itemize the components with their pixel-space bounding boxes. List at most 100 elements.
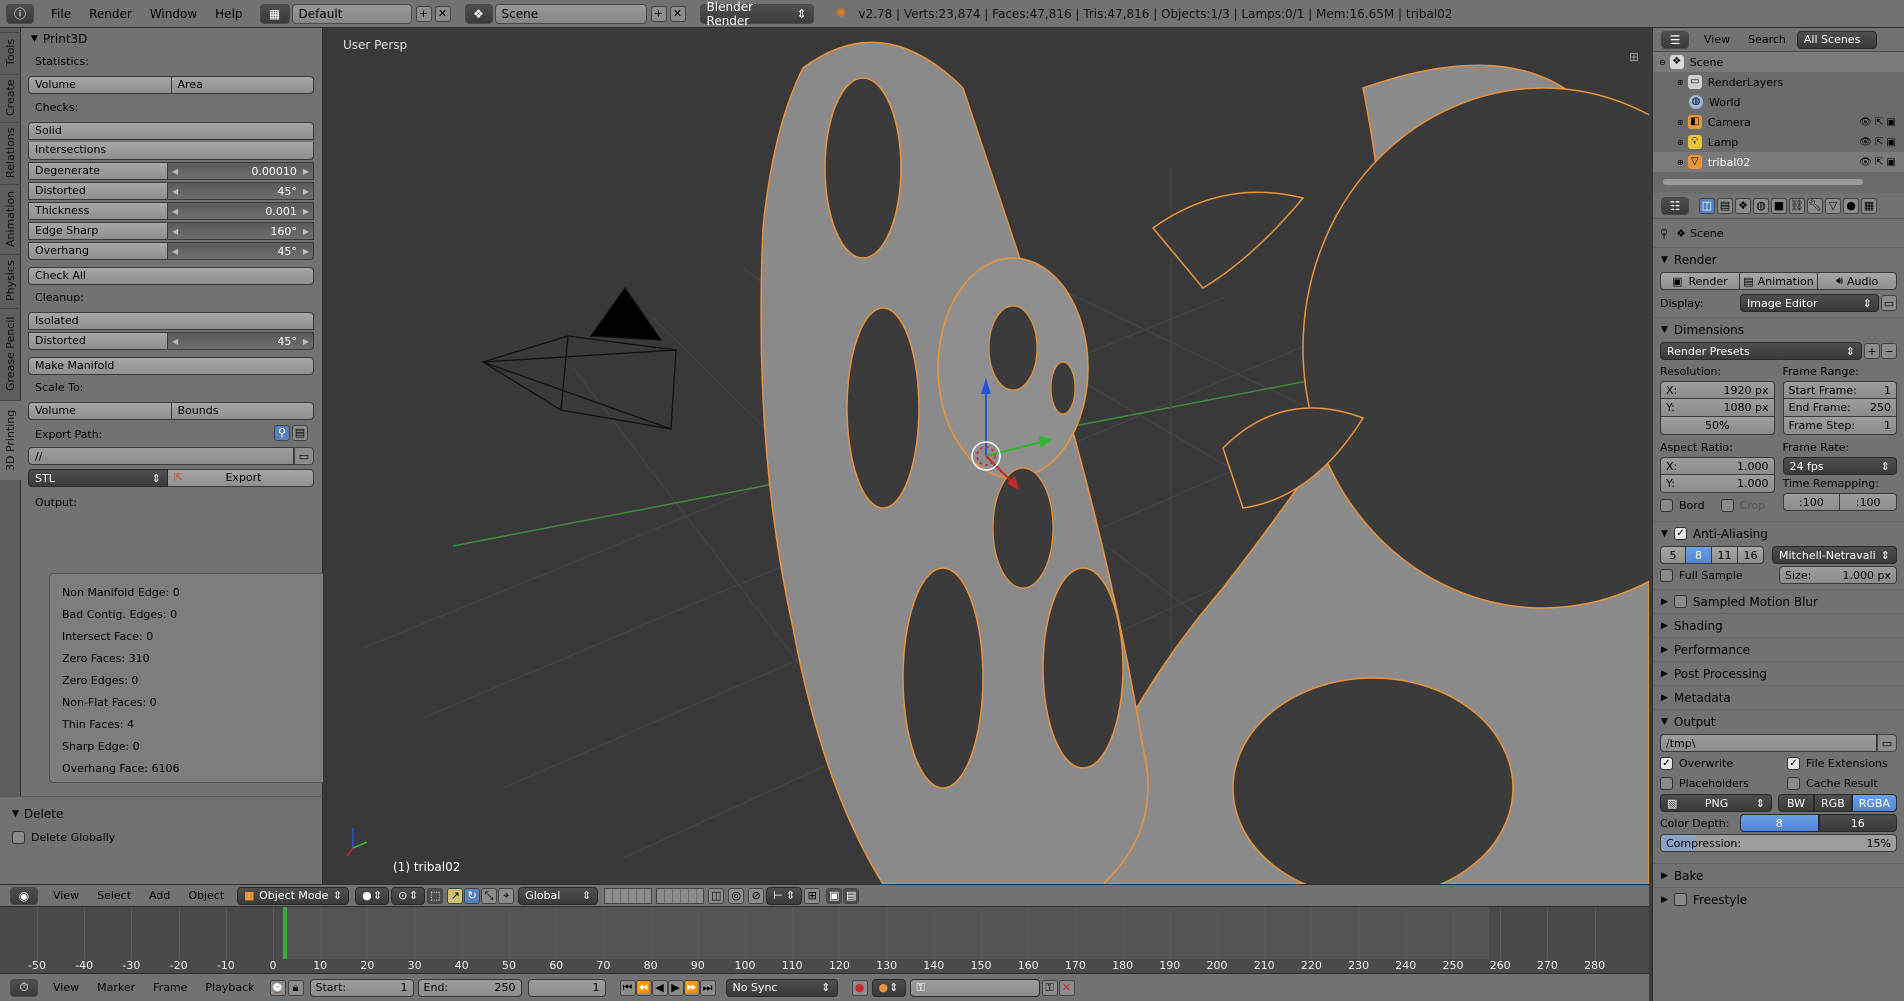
outliner-item-scene[interactable]: ⊖ ❖ Scene: [1653, 52, 1904, 72]
file-format-select[interactable]: ▧ PNG ⇕: [1660, 794, 1772, 812]
animation-button[interactable]: ▤ Animation: [1739, 272, 1819, 290]
thickness-button[interactable]: Thickness: [28, 202, 168, 220]
record-icon[interactable]: ●: [851, 979, 868, 996]
degenerate-button[interactable]: Degenerate: [28, 162, 168, 180]
bake-section[interactable]: ▶ Bake: [1653, 863, 1904, 887]
dimensions-section-header[interactable]: ▼ Dimensions: [1653, 317, 1904, 341]
prev-key-icon[interactable]: ⏪: [635, 979, 652, 996]
tab-tools[interactable]: Tools: [0, 32, 21, 72]
screen-icon[interactable]: ▤: [292, 425, 308, 441]
freestyle-section[interactable]: ▶ Freestyle: [1653, 887, 1904, 911]
outliner-item-lamp[interactable]: ⊕ 💡︎ Lamp 👁︎ ⇱ ▣: [1653, 132, 1904, 152]
degenerate-field[interactable]: ◀ 0.00010 ▶: [168, 162, 314, 180]
rgb-button[interactable]: RGB: [1814, 794, 1852, 812]
anti-aliasing-checkbox[interactable]: ✓: [1673, 527, 1687, 540]
format-select[interactable]: STL ⇕: [28, 469, 168, 487]
shading-section[interactable]: ▶ Shading: [1653, 613, 1904, 637]
current-frame-field[interactable]: 1: [527, 978, 606, 997]
render-presets-select[interactable]: Render Presets ⇕: [1660, 342, 1862, 360]
distorted-cleanup-field[interactable]: ◀ 45° ▶: [168, 332, 314, 350]
cache-result-checkbox[interactable]: [1787, 776, 1800, 790]
folder-icon[interactable]: ▭: [1877, 734, 1897, 752]
performance-section[interactable]: ▶ Performance: [1653, 637, 1904, 661]
constraints-tab-icon[interactable]: ⛓︎: [1789, 197, 1805, 214]
remove-scene-icon[interactable]: ✕: [669, 5, 686, 22]
tab-grease-pencil[interactable]: Grease Pencil: [0, 308, 21, 398]
visibility-icons[interactable]: 👁︎ ⇱ ▣: [1859, 137, 1896, 148]
folder-icon[interactable]: ▭: [294, 447, 314, 465]
rotate-icon[interactable]: ↻: [464, 887, 481, 904]
overwrite-checkbox[interactable]: ✓: [1660, 756, 1673, 770]
transform-icon[interactable]: ⌖: [498, 887, 515, 904]
scene-tab-icon[interactable]: ❖: [1735, 197, 1751, 214]
make-manifold-button[interactable]: Make Manifold: [28, 357, 314, 375]
scale-bounds-button[interactable]: Bounds: [171, 402, 314, 420]
lock-icon[interactable]: 🔒︎: [287, 979, 304, 996]
layout-select[interactable]: Default: [291, 3, 412, 24]
menu-marker[interactable]: Marker: [88, 974, 144, 1001]
menu-add[interactable]: Add: [140, 885, 179, 907]
render-icon[interactable]: ▣: [826, 887, 843, 904]
menu-search[interactable]: Search: [1739, 28, 1795, 52]
aspect-y-field[interactable]: Y: 1.000: [1660, 475, 1775, 493]
data-tab-icon[interactable]: ▽: [1825, 197, 1841, 214]
thickness-field[interactable]: ◀ 0.001 ▶: [168, 202, 314, 220]
proportional-icon[interactable]: ◎: [728, 887, 745, 904]
border-checkbox[interactable]: [1660, 498, 1673, 512]
resolution-x-field[interactable]: X: 1920 px: [1660, 381, 1775, 399]
delete-header[interactable]: ▼ Delete: [0, 803, 322, 825]
freestyle-checkbox[interactable]: [1673, 893, 1687, 906]
menu-file[interactable]: File: [42, 0, 80, 28]
mode-select[interactable]: ■ Object Mode ⇕: [237, 886, 350, 905]
area-button[interactable]: Area: [171, 76, 314, 94]
delete-globally-checkbox[interactable]: [12, 831, 25, 844]
pin-icon[interactable]: ⚲: [274, 425, 290, 441]
aspect-x-field[interactable]: X: 1.000: [1660, 457, 1775, 475]
tab-3d-printing[interactable]: 3D Printing: [0, 400, 21, 480]
editor-type-icon[interactable]: ☰: [1661, 30, 1689, 49]
visibility-icons[interactable]: 👁︎ ⇱ ▣: [1859, 117, 1896, 128]
tab-animation[interactable]: Animation: [0, 184, 21, 252]
sampled-motion-blur-section[interactable]: ▶ Sampled Motion Blur: [1653, 589, 1904, 613]
export-button[interactable]: ⇱ Export: [168, 469, 314, 487]
menu-view[interactable]: View: [44, 974, 88, 1001]
aa-sample-11[interactable]: 11: [1712, 546, 1738, 564]
post-processing-section[interactable]: ▶ Post Processing: [1653, 661, 1904, 685]
orientation-select[interactable]: Global ⇕: [518, 886, 599, 905]
outliner-item-camera[interactable]: ⊕ ◧ Camera 👁︎ ⇱ ▣: [1653, 112, 1904, 132]
anti-aliasing-section-header[interactable]: ▼ ✓ Anti-Aliasing: [1653, 521, 1904, 545]
snap-target-select[interactable]: ⊢ ⇕: [766, 886, 803, 905]
visibility-icons[interactable]: 👁︎ ⇱ ▣: [1859, 157, 1896, 168]
layers-1-icon[interactable]: [604, 887, 653, 904]
snap-element-icon[interactable]: ⊞: [804, 887, 821, 904]
filter-size-field[interactable]: Size: 1.000 px: [1779, 566, 1897, 584]
intersections-button[interactable]: Intersections: [28, 142, 314, 160]
pin-icon[interactable]: ⚲: [1660, 227, 1668, 240]
edge-sharp-field[interactable]: ◀ 160° ▶: [168, 222, 314, 240]
outliner-item-tribal02[interactable]: ⊕ ▽ tribal02 👁︎ ⇱ ▣: [1653, 152, 1904, 172]
snap-icon[interactable]: ⊘: [748, 887, 765, 904]
distorted-button[interactable]: Distorted: [28, 182, 168, 200]
display-filter-select[interactable]: All Scenes: [1796, 30, 1877, 49]
layers-2-icon[interactable]: [656, 887, 705, 904]
isolated-button[interactable]: Isolated: [28, 312, 314, 330]
jump-start-icon[interactable]: ⏮: [619, 979, 636, 996]
scale-icon[interactable]: ⤡: [481, 887, 498, 904]
layout-grid-icon[interactable]: ▦: [259, 3, 290, 24]
file-extensions-checkbox[interactable]: ✓: [1787, 756, 1800, 770]
remap-new-field[interactable]: :100: [1840, 493, 1897, 511]
render-tab-icon[interactable]: ◫: [1699, 197, 1715, 214]
distorted-cleanup-button[interactable]: Distorted: [28, 332, 168, 350]
export-path-field[interactable]: //: [28, 447, 294, 465]
rgba-button[interactable]: RGBA: [1851, 794, 1897, 812]
crop-checkbox[interactable]: [1720, 498, 1734, 512]
tab-create[interactable]: Create: [0, 74, 21, 120]
solid-button[interactable]: Solid: [28, 122, 314, 140]
shading-select[interactable]: ● ⇕: [355, 886, 390, 905]
3d-viewport[interactable]: User Persp (1) tribal02 ⊞: [323, 28, 1649, 884]
texture-tab-icon[interactable]: ▦: [1861, 197, 1877, 214]
end-frame-field[interactable]: End Frame: 250: [1782, 399, 1897, 417]
print3d-header[interactable]: ▼ Print3D: [21, 28, 322, 50]
outliner-item-renderlayers[interactable]: ⊕ ▭ RenderLayers: [1653, 72, 1904, 92]
tab-physics[interactable]: Physics: [0, 254, 21, 306]
